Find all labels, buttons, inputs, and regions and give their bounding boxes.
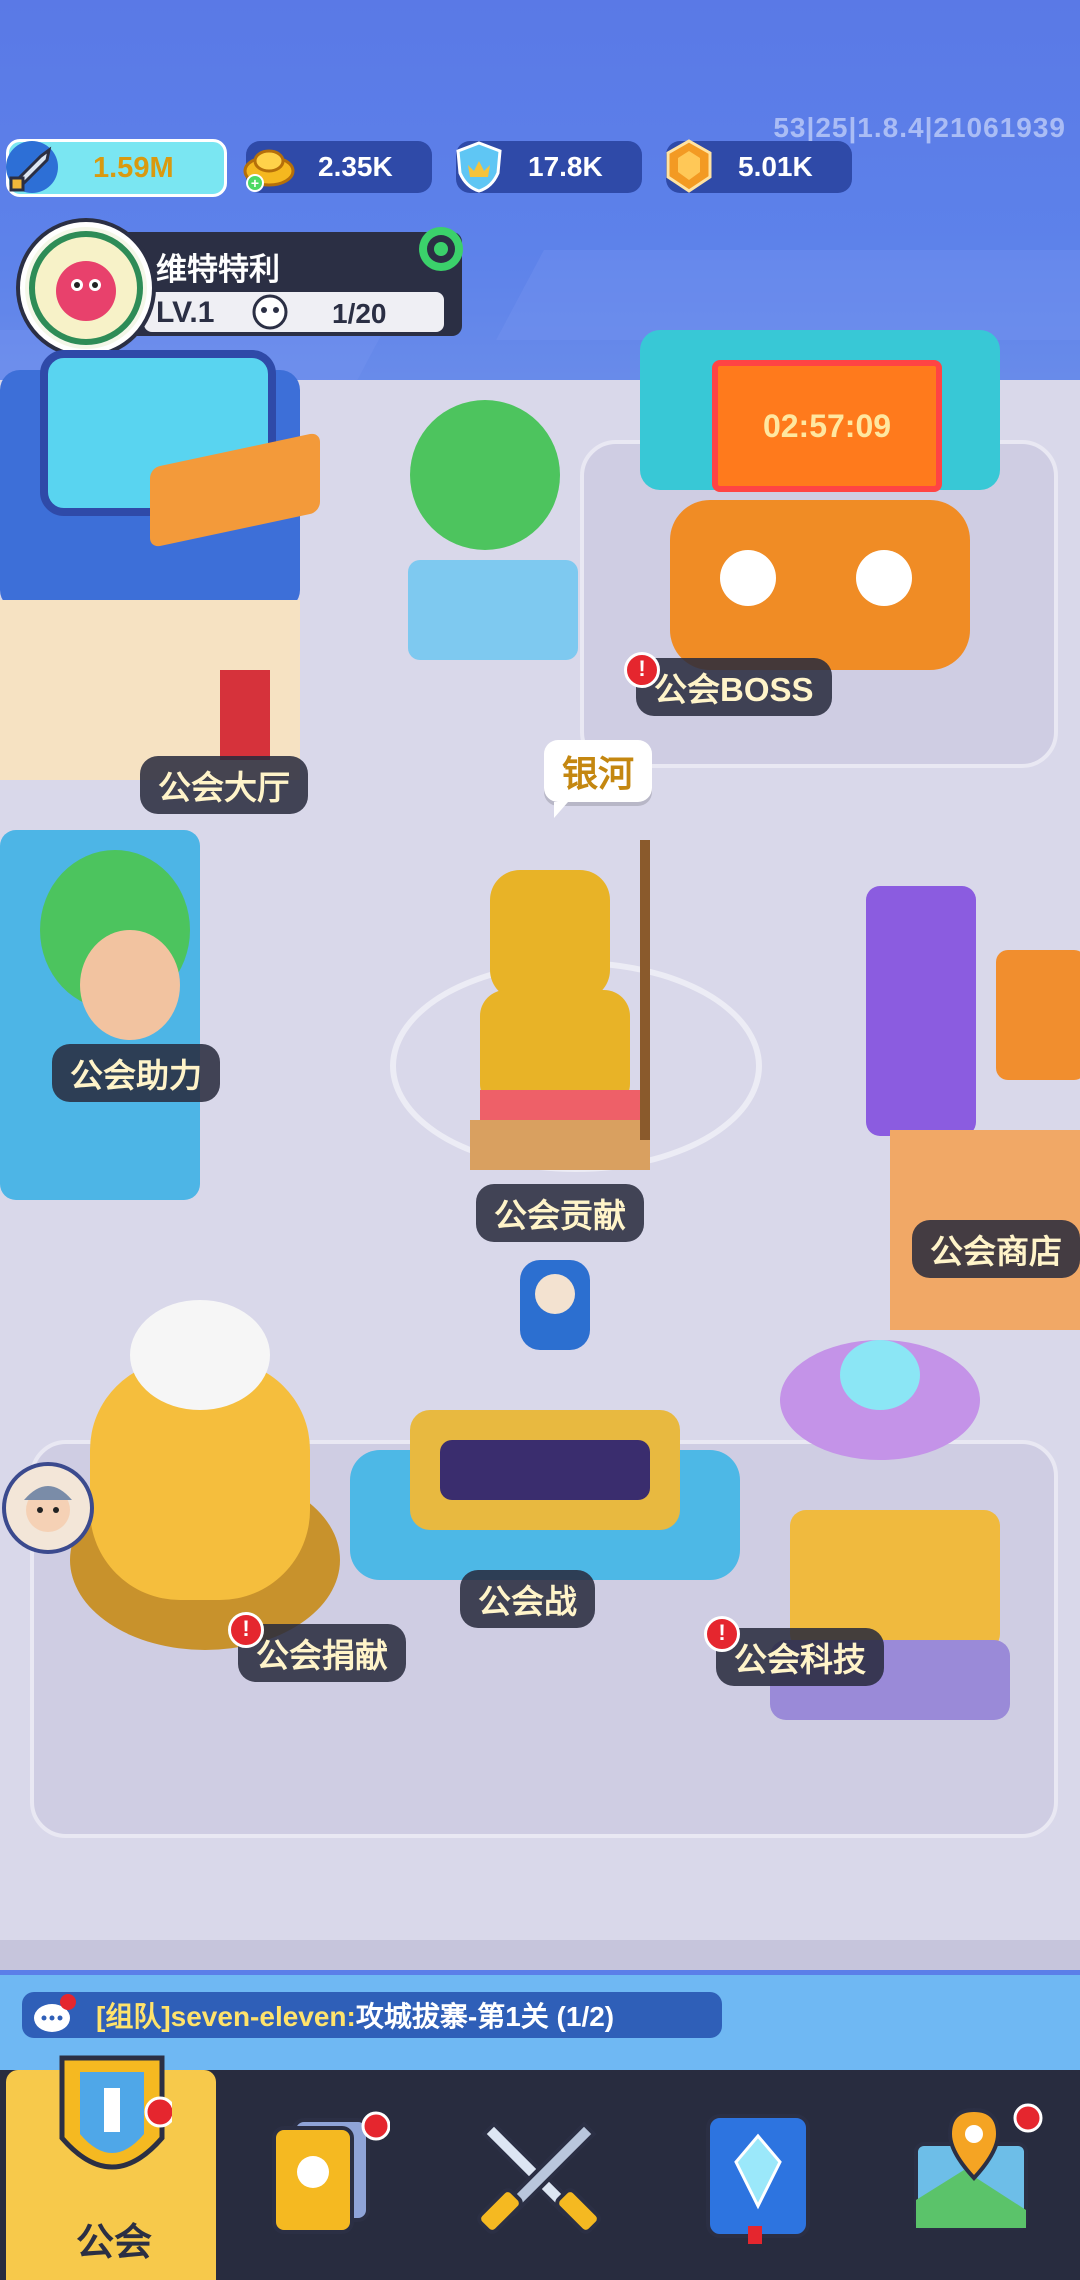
badge-value: 17.8K: [528, 151, 603, 182]
settings-gear-icon[interactable]: [416, 224, 466, 274]
label-guild-war[interactable]: 公会战: [460, 1570, 595, 1628]
nav-tab-map[interactable]: [864, 2070, 1080, 2280]
label-guild-tech[interactable]: 公会科技: [716, 1628, 884, 1686]
chat-message: 攻城拔寨-第1关 (1/2): [355, 2001, 615, 2032]
member-count: 1/20: [332, 298, 387, 329]
guild-assist-building[interactable]: [0, 830, 210, 1220]
gold-value: 2.35K: [318, 151, 393, 182]
chat-tag: [组队]seven-eleven:: [96, 2001, 356, 2032]
nav-tab-guild[interactable]: 公会: [6, 2055, 216, 2280]
tree-decoration: [410, 400, 560, 550]
guild-name: 维特特利: [156, 252, 280, 287]
donate-alert-icon: !: [228, 1612, 264, 1648]
portrait-cards-icon: [272, 2111, 390, 2234]
guild-boss-building[interactable]: 02:57:09: [620, 330, 1020, 710]
guild-shop-building[interactable]: [860, 880, 1080, 1350]
nav-tab-cards[interactable]: [216, 2070, 432, 2280]
chat-bubble-icon[interactable]: [32, 1994, 76, 2036]
side-character-avatar[interactable]: [2, 1462, 94, 1554]
nav-tab-codex[interactable]: [648, 2070, 864, 2280]
label-guild-shop[interactable]: 公会商店: [912, 1220, 1080, 1278]
power-value: 1.59M: [93, 151, 174, 184]
guild-donate-building[interactable]: [60, 1280, 350, 1670]
nav-guild-label: 公会: [75, 2222, 152, 2264]
label-guild-boss[interactable]: 公会BOSS: [636, 658, 832, 716]
badge-resource[interactable]: 17.8K: [456, 141, 642, 193]
sky-stripe: [496, 250, 1080, 340]
tech-alert-icon: !: [704, 1616, 740, 1652]
sword-icon: [6, 141, 58, 193]
gold-ingot-icon: +: [243, 149, 295, 192]
svg-text:+: +: [251, 175, 259, 191]
shield-crown-icon: [456, 141, 502, 193]
guild-hall-building[interactable]: [0, 320, 330, 780]
label-guild-contribution[interactable]: 公会贡献: [476, 1184, 644, 1242]
amber-gem-icon: [666, 139, 712, 193]
gem-resource[interactable]: 5.01K: [666, 139, 852, 193]
map-pin-icon: [914, 2103, 1043, 2230]
statue-name-bubble: 银河: [544, 740, 652, 818]
chat-bar[interactable]: [组队]seven-eleven: 攻城拔寨-第1关 (1/2): [22, 1992, 722, 2038]
crossed-swords-icon: [477, 2121, 601, 2234]
character-face-icon: [24, 1486, 72, 1532]
boss-timer: 02:57:09: [762, 407, 892, 444]
sign-decoration: [408, 560, 578, 660]
guild-statue[interactable]: [460, 830, 690, 1170]
boss-alert-icon: !: [624, 652, 660, 688]
crystal-book-icon: [706, 2114, 810, 2244]
label-guild-assist[interactable]: 公会助力: [52, 1044, 220, 1102]
version-label: 53|25|1.8.4|21061939: [773, 112, 1066, 143]
player-hero[interactable]: [500, 1250, 610, 1360]
gold-resource[interactable]: + 2.35K: [243, 141, 432, 193]
gem-value: 5.01K: [738, 151, 813, 182]
plaza-edge: [0, 1940, 1080, 1970]
nav-tab-battle[interactable]: [432, 2070, 648, 2280]
label-guild-hall[interactable]: 公会大厅: [140, 756, 308, 814]
guild-shield-icon: [59, 2055, 172, 2170]
power-resource[interactable]: 1.59M: [6, 139, 227, 197]
